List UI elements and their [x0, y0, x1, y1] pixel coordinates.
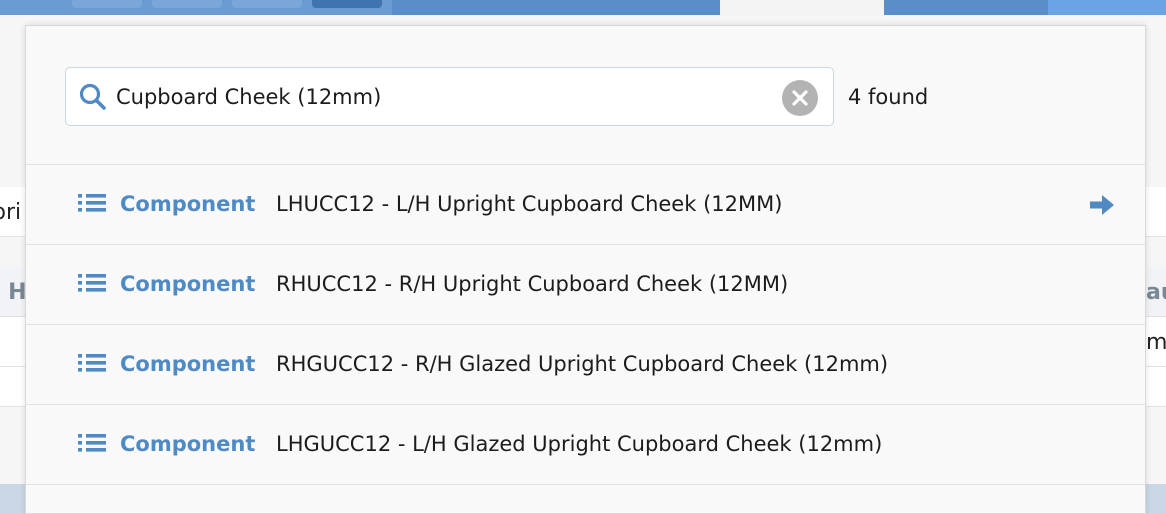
search-header: 4 found	[26, 26, 1145, 165]
results-list: Component LHUCC12 - L/H Upright Cupboard…	[26, 165, 1145, 485]
topbar-segment	[884, 0, 1048, 15]
background-header-text: au	[1146, 280, 1166, 305]
result-type: Component	[120, 192, 256, 216]
topbar-tab-active[interactable]	[312, 0, 382, 8]
result-row[interactable]: Component LHUCC12 - L/H Upright Cupboard…	[26, 165, 1145, 245]
results-count: 4 found	[848, 85, 929, 109]
result-title: RHGUCC12 - R/H Glazed Upright Cupboard C…	[276, 352, 889, 376]
result-title: LHUCC12 - L/H Upright Cupboard Cheek (12…	[276, 192, 783, 216]
topbar-segment	[720, 0, 884, 15]
background-cell-text: pri	[0, 200, 22, 225]
close-icon	[792, 90, 808, 106]
list-icon	[78, 274, 106, 292]
background-header-text: t H	[0, 280, 27, 305]
topbar-tab[interactable]	[72, 0, 142, 8]
search-modal: 4 found Component LHUCC12 - L/H Upright …	[25, 25, 1146, 514]
result-row[interactable]: Component RHUCC12 - R/H Upright Cupboard…	[26, 245, 1145, 325]
app-top-bar	[0, 0, 1166, 15]
list-icon	[78, 354, 106, 372]
result-title: RHUCC12 - R/H Upright Cupboard Cheek (12…	[276, 272, 789, 296]
result-row[interactable]: Component LHGUCC12 - L/H Glazed Upright …	[26, 405, 1145, 485]
search-icon	[79, 83, 106, 110]
list-icon	[78, 434, 106, 452]
search-input[interactable]	[116, 76, 776, 118]
result-row[interactable]: Component RHGUCC12 - R/H Glazed Upright …	[26, 325, 1145, 405]
arrow-right-icon[interactable]	[1088, 193, 1116, 217]
background-cell-text: m	[1146, 330, 1166, 355]
topbar-tab[interactable]	[152, 0, 222, 8]
result-type: Component	[120, 352, 256, 376]
topbar-segment	[392, 0, 720, 15]
topbar-segment	[1048, 0, 1166, 15]
search-box[interactable]	[65, 67, 834, 126]
result-title: LHGUCC12 - L/H Glazed Upright Cupboard C…	[276, 432, 883, 456]
result-type: Component	[120, 432, 256, 456]
result-type: Component	[120, 272, 256, 296]
clear-search-button[interactable]	[782, 80, 818, 116]
list-icon	[78, 194, 106, 212]
topbar-tab[interactable]	[232, 0, 302, 8]
